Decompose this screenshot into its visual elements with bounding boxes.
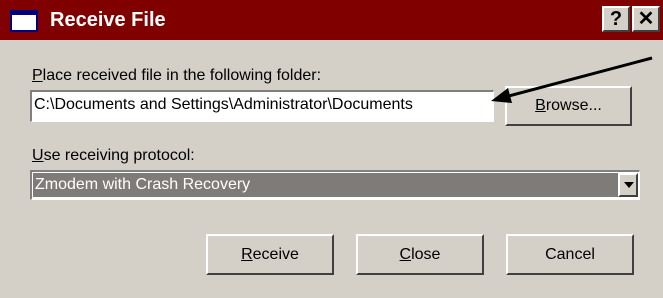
callout-arrow-icon: [491, 56, 653, 103]
